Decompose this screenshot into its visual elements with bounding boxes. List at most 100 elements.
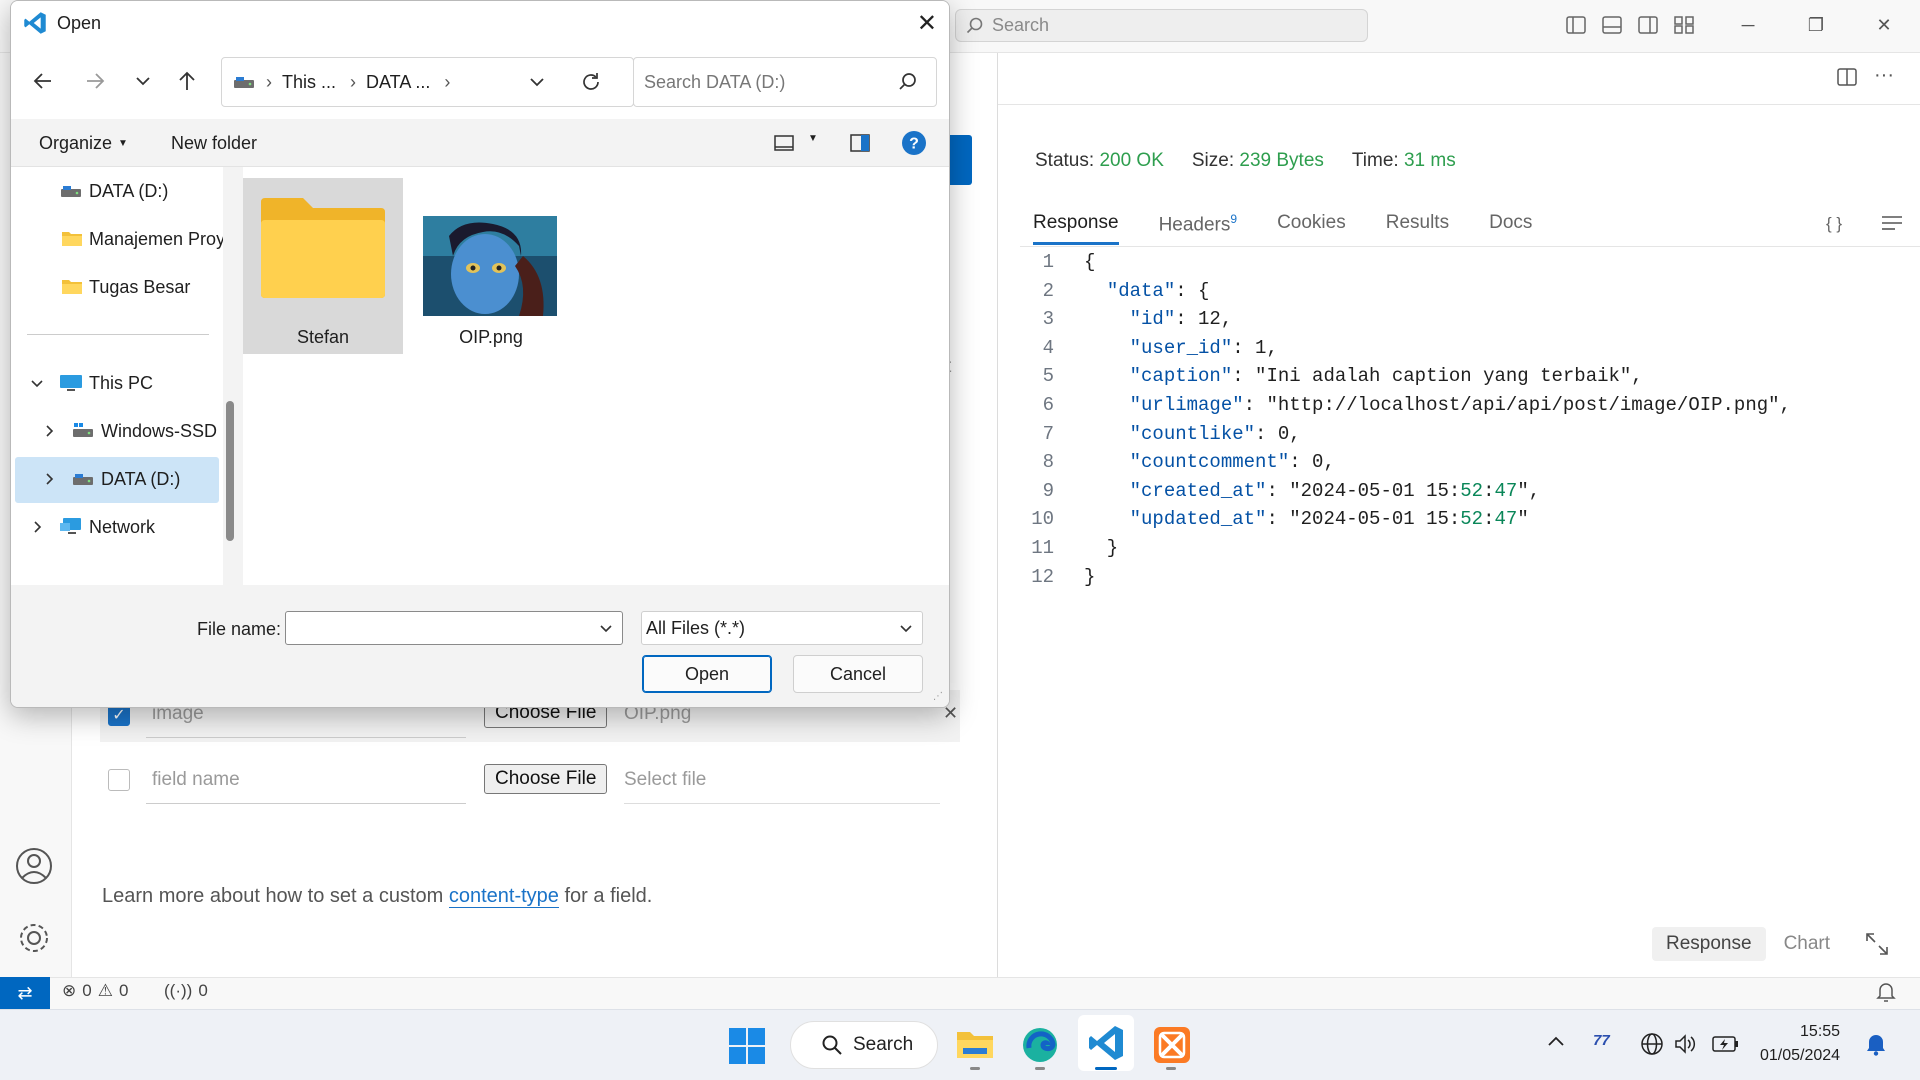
choose-file-button-2[interactable]: Choose File [484, 764, 608, 794]
refresh-icon[interactable] [580, 71, 602, 93]
code-text: "countcomment": 0, [1129, 451, 1335, 474]
start-windows-icon[interactable] [728, 1027, 766, 1065]
app-active-indicator [1095, 1067, 1117, 1070]
nav-item-this-pc[interactable]: This PC [29, 359, 153, 407]
network-icon [59, 517, 83, 537]
form-row-2-checkbox[interactable] [108, 769, 130, 791]
organize-menu[interactable]: Organize ▼ [39, 133, 128, 154]
toggle-primary-sidebar-icon[interactable] [1565, 14, 1587, 36]
response-json-viewer[interactable]: 1{2 "data": {3 "id": 12, 4 "user_id": 1, 5… [1030, 248, 1791, 591]
warning-icon: ⚠ [97, 981, 113, 1000]
dialog-search-box[interactable]: Search DATA (D:) [633, 57, 937, 107]
command-center-search[interactable]: Search [955, 9, 1368, 42]
forward-arrow-icon[interactable] [83, 69, 107, 93]
back-arrow-icon[interactable] [31, 69, 55, 93]
close-window-button[interactable]: ✕ [1854, 8, 1914, 42]
network-globe-icon[interactable] [1640, 1032, 1664, 1056]
file-item-stefan[interactable]: Stefan [243, 178, 403, 354]
view-caret-icon[interactable]: ▼ [808, 133, 818, 144]
address-dropdown-chevron-icon[interactable] [527, 72, 547, 92]
code-text: "updated_at": "2024-05-01 15:52:47" [1129, 508, 1529, 531]
customize-layout-icon[interactable] [1673, 14, 1695, 36]
recent-locations-chevron-icon[interactable] [133, 71, 153, 91]
organize-label: Organize [39, 133, 113, 153]
minimize-button[interactable]: ─ [1718, 8, 1778, 42]
up-folder-arrow-icon[interactable] [175, 69, 199, 93]
chevron-down-icon[interactable] [898, 620, 914, 636]
time-label: Time: [1351, 150, 1399, 171]
field-underline [146, 803, 466, 804]
dialog-close-icon[interactable]: ✕ [917, 9, 937, 38]
ports-count: 0 [198, 981, 208, 1000]
preview-pane-icon[interactable] [849, 133, 871, 153]
notification-bell-icon[interactable] [1865, 1032, 1887, 1056]
nav-item-tugas-besar[interactable]: Tugas Besar [61, 263, 190, 311]
toggle-chart[interactable]: Chart [1784, 933, 1830, 955]
address-bar[interactable]: › This ... › DATA ... › [221, 57, 634, 107]
tab-headers[interactable]: Headers9 [1159, 208, 1238, 245]
chevron-up-icon[interactable] [1546, 1032, 1566, 1052]
file-item-oip-png[interactable]: OIP.png [411, 178, 571, 354]
format-json-icon[interactable]: { } [1826, 214, 1842, 234]
nav-scrollbar-thumb[interactable] [226, 401, 234, 541]
send-button-edge[interactable] [950, 135, 972, 185]
notifications-bell-icon[interactable] [1876, 981, 1896, 1003]
remote-indicator[interactable]: ⇄ [0, 977, 50, 1009]
edge-browser-icon[interactable] [1021, 1026, 1059, 1064]
breadcrumb-this-pc[interactable]: This ... [282, 72, 336, 93]
expand-icon[interactable] [1864, 931, 1890, 957]
chevron-right-icon[interactable] [41, 423, 57, 439]
tab-results[interactable]: Results [1386, 208, 1449, 245]
restore-button[interactable]: ❐ [1786, 8, 1846, 42]
xampp-icon[interactable] [1153, 1026, 1191, 1064]
toggle-panel-icon[interactable] [1601, 14, 1623, 36]
chevron-right-icon[interactable] [41, 471, 57, 487]
account-icon[interactable] [14, 846, 54, 886]
form-row-2-field[interactable]: field name [152, 769, 240, 791]
toggle-response[interactable]: Response [1652, 927, 1766, 961]
file-type-filter[interactable]: All Files (*.*) [641, 611, 923, 645]
split-editor-icon[interactable] [1836, 66, 1858, 88]
dialog-title-bar[interactable]: Open ✕ [11, 1, 949, 45]
nav-item-manajemen[interactable]: Manajemen Proy [61, 215, 231, 263]
manage-gear-icon[interactable] [14, 918, 54, 958]
code-line: 10 "updated_at": "2024-05-01 15:52:47" [1030, 505, 1791, 534]
status-value: 200 OK [1099, 150, 1164, 171]
taskbar-search[interactable]: Search [790, 1021, 938, 1069]
tray-app-badge[interactable]: 77 [1593, 1032, 1610, 1049]
breadcrumb-separator: › [266, 71, 272, 92]
ports-indicator[interactable]: ((·)) 0 [164, 981, 208, 1001]
cancel-button[interactable]: Cancel [793, 655, 923, 693]
more-actions-icon[interactable]: ··· [1874, 64, 1894, 87]
tab-headers-label: Headers [1158, 214, 1231, 236]
problems-indicator[interactable]: ⊗ 0 ⚠ 0 [62, 981, 128, 1001]
file-explorer-icon[interactable] [955, 1026, 995, 1062]
chevron-down-icon[interactable] [29, 375, 45, 391]
tab-response[interactable]: Response [1033, 208, 1119, 245]
wrap-lines-icon[interactable] [1881, 214, 1903, 232]
battery-charging-icon[interactable] [1712, 1033, 1740, 1055]
open-button[interactable]: Open [642, 655, 772, 693]
nav-item-data-d-selected[interactable]: DATA (D:) [41, 455, 180, 503]
size-value: 239 Bytes [1239, 150, 1324, 171]
toggle-secondary-sidebar-icon[interactable] [1637, 14, 1659, 36]
close-icon: ✕ [1876, 14, 1892, 35]
file-name-input[interactable] [285, 611, 623, 645]
breadcrumb-data[interactable]: DATA ... [366, 72, 430, 93]
volume-icon[interactable] [1673, 1032, 1697, 1056]
nav-item-quick-data[interactable]: DATA (D:) [59, 167, 168, 215]
tab-cookies[interactable]: Cookies [1277, 208, 1346, 245]
content-type-link[interactable]: content-type [448, 885, 559, 908]
nav-item-windows-ssd[interactable]: Windows-SSD [41, 407, 217, 455]
chevron-right-icon[interactable] [29, 519, 45, 535]
folder-icon [61, 230, 83, 248]
tab-docs[interactable]: Docs [1489, 208, 1532, 245]
new-folder-button[interactable]: New folder [171, 133, 257, 154]
view-options-icon[interactable] [773, 133, 795, 153]
clock[interactable]: 15:55 01/05/2024 [1760, 1020, 1840, 1068]
nav-item-network[interactable]: Network [29, 503, 155, 551]
file-name-label: Stefan [296, 327, 350, 347]
resize-grip-icon[interactable]: ⋰ [933, 691, 943, 702]
chevron-down-icon[interactable] [598, 620, 614, 636]
help-icon[interactable]: ? [901, 130, 927, 156]
